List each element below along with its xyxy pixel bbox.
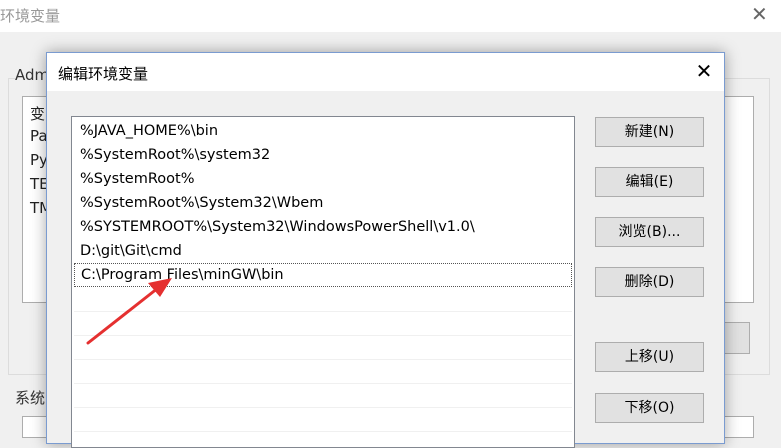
- browse-button[interactable]: 浏览(B)...: [595, 217, 704, 247]
- path-entry[interactable]: %SystemRoot%\system32: [74, 143, 572, 167]
- path-entry[interactable]: %SystemRoot%\System32\Wbem: [74, 191, 572, 215]
- empty-row-divider: [74, 383, 572, 384]
- background-window-titlebar: 环境变量 ✕: [0, 0, 781, 32]
- background-window-title: 环境变量: [0, 7, 61, 25]
- path-entries-list[interactable]: %JAVA_HOME%\bin %SystemRoot%\system32 %S…: [71, 116, 575, 448]
- empty-row-divider: [74, 407, 572, 408]
- empty-row-divider: [74, 335, 572, 336]
- empty-row-divider: [74, 431, 572, 432]
- edit-env-variable-dialog: 编辑环境变量 ✕ %JAVA_HOME%\bin %SystemRoot%\sy…: [46, 52, 725, 448]
- move-up-button[interactable]: 上移(U): [595, 342, 704, 372]
- move-down-button[interactable]: 下移(O): [595, 393, 704, 423]
- path-entry[interactable]: D:\git\Git\cmd: [74, 239, 572, 263]
- edit-button[interactable]: 编辑(E): [595, 167, 704, 197]
- delete-button[interactable]: 删除(D): [595, 267, 704, 297]
- dialog-title: 编辑环境变量: [58, 65, 149, 83]
- path-entry[interactable]: %SystemRoot%: [74, 167, 572, 191]
- close-icon[interactable]: ✕: [692, 59, 716, 83]
- empty-row-divider: [74, 311, 572, 312]
- path-entry[interactable]: %SYSTEMROOT%\System32\WindowsPowerShell\…: [74, 215, 572, 239]
- empty-row-divider: [74, 359, 572, 360]
- path-entry[interactable]: %JAVA_HOME%\bin: [74, 119, 572, 143]
- system-variables-label: 系统: [15, 387, 46, 408]
- path-entry-selected[interactable]: C:\Program Files\minGW\bin: [74, 263, 572, 287]
- new-button[interactable]: 新建(N): [595, 117, 704, 147]
- list-item[interactable]: 变: [30, 103, 45, 124]
- background-close-icon[interactable]: ✕: [751, 2, 768, 26]
- dialog-titlebar: 编辑环境变量 ✕: [47, 53, 724, 91]
- list-item[interactable]: Pa: [30, 127, 48, 145]
